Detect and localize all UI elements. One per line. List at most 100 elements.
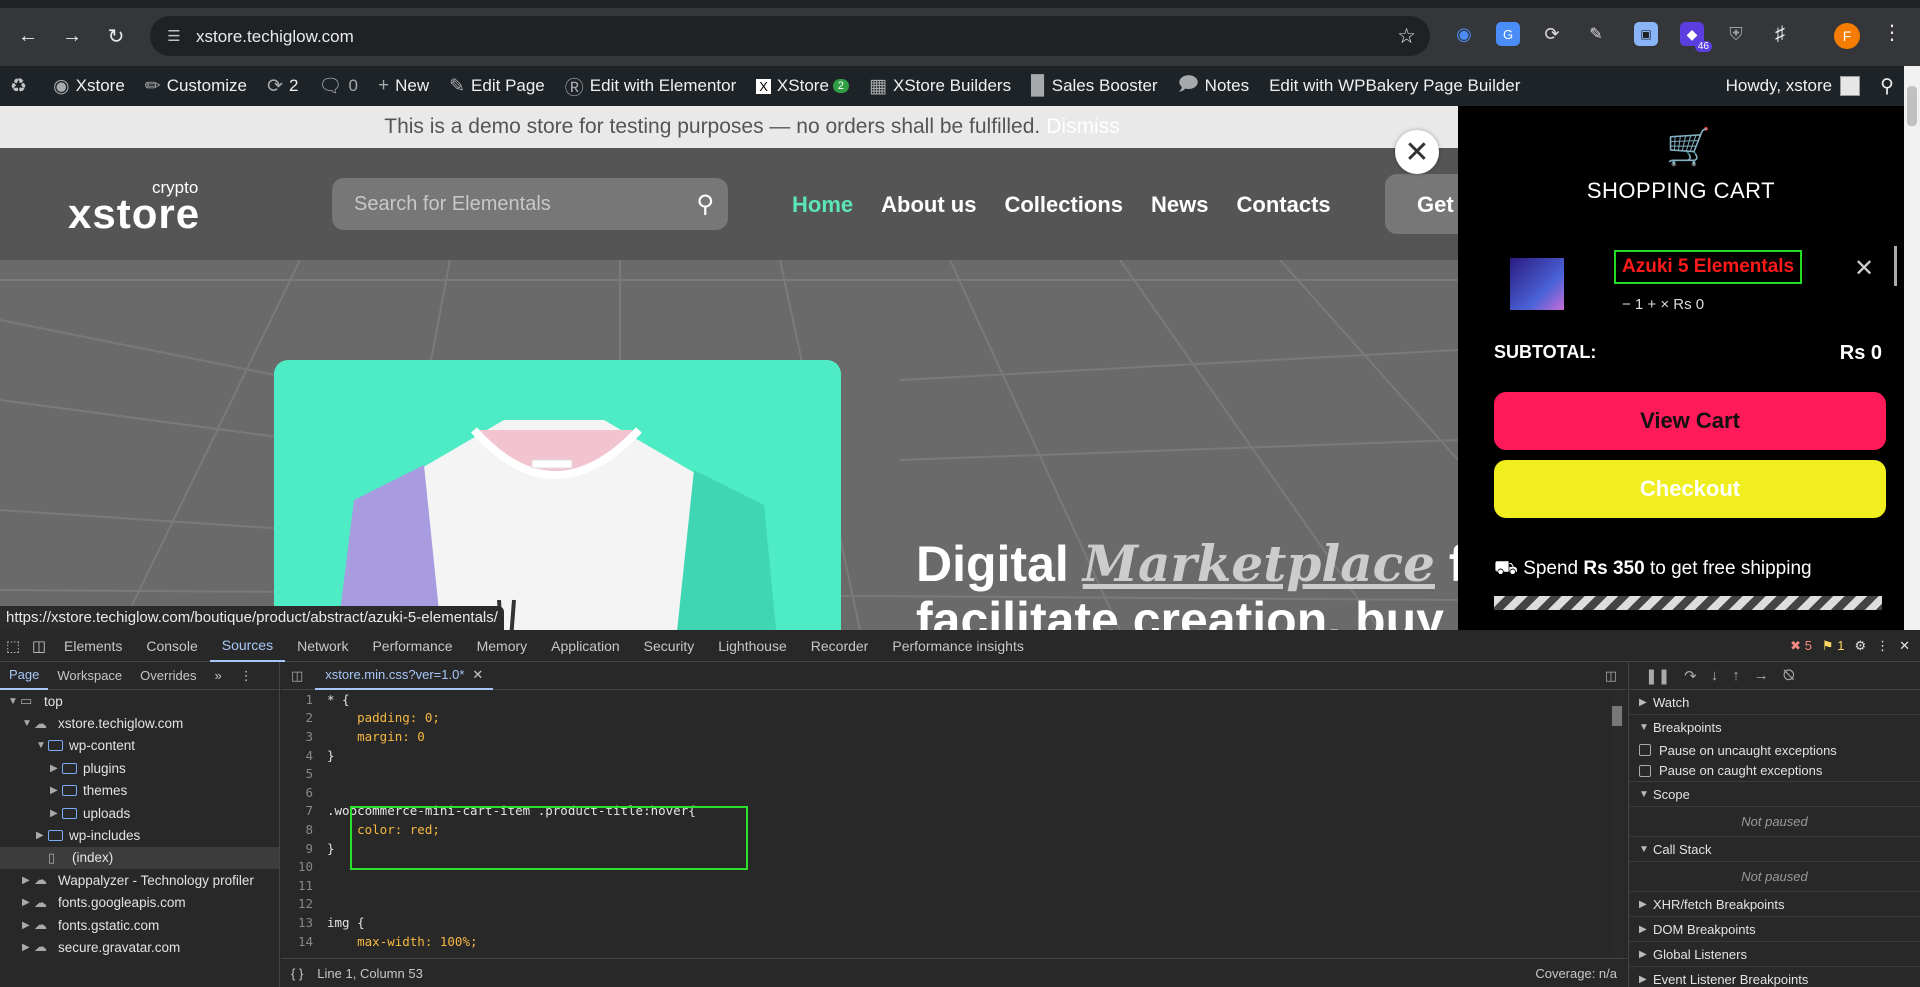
ab-updates[interactable]: ⟳ 2 <box>257 66 308 106</box>
section-dom[interactable]: ▶ DOM Breakpoints <box>1629 917 1920 942</box>
ab-site[interactable]: ◉ Xstore <box>43 66 135 106</box>
code-line[interactable]: 9} <box>281 839 1611 858</box>
site-info-icon[interactable]: ☰ <box>162 24 186 48</box>
step-into-icon[interactable]: ↓ <box>1711 667 1719 684</box>
section-xhr[interactable]: ▶ XHR/fetch Breakpoints <box>1629 892 1920 917</box>
wordpress-ext-icon[interactable]: ◉ <box>1452 22 1476 46</box>
editor-scroll-thumb[interactable] <box>1612 706 1622 726</box>
ab-elementor[interactable]: Ⓡ Edit with Elementor <box>555 66 746 106</box>
expanded-arrow-icon[interactable]: ▼ <box>22 718 34 729</box>
tree-item[interactable]: ▶ ☁ secure.gravatar.com <box>0 936 279 958</box>
code-line[interactable]: 6 <box>281 783 1611 802</box>
error-count[interactable]: ✖ 5 <box>1790 638 1812 654</box>
tree-item[interactable]: ▶ uploads <box>0 802 279 824</box>
toggle-navigator-icon[interactable]: ◫ <box>291 668 303 684</box>
step-out-icon[interactable]: ↑ <box>1732 667 1740 684</box>
ab-builders[interactable]: ▦ XStore Builders <box>859 66 1021 106</box>
ab-customize[interactable]: ✏ Customize <box>135 66 257 106</box>
tab-overrides[interactable]: Overrides <box>131 662 205 690</box>
code-line[interactable]: 4} <box>281 746 1611 765</box>
profile-avatar[interactable]: F <box>1834 23 1860 49</box>
tree-item[interactable]: ▶ wp-includes <box>0 824 279 846</box>
code-line[interactable]: 8 color: red; <box>281 820 1611 839</box>
ab-edit-page[interactable]: ✎ Edit Page <box>439 66 555 106</box>
devtools-tab-performance-insights[interactable]: Performance insights <box>880 630 1036 662</box>
devtools-tab-lighthouse[interactable]: Lighthouse <box>706 630 799 662</box>
nav-home[interactable]: Home <box>792 192 853 218</box>
deactivate-breakpoints-icon[interactable]: ⦰ <box>1783 667 1795 684</box>
line-number[interactable]: 7 <box>281 803 327 818</box>
devtools-tab-security[interactable]: Security <box>632 630 707 662</box>
code-line[interactable]: 10 <box>281 857 1611 876</box>
collapsed-arrow-icon[interactable]: ▶ <box>22 897 34 908</box>
product-title[interactable]: Azuki 5 Elementals <box>1614 250 1803 284</box>
url-text[interactable]: xstore.techiglow.com <box>196 27 354 47</box>
devtools-tab-performance[interactable]: Performance <box>360 630 464 662</box>
pause-uncaught-checkbox[interactable]: Pause on uncaught exceptions <box>1629 740 1920 760</box>
line-number[interactable]: 11 <box>281 878 327 893</box>
device-toolbar-icon[interactable]: ◫ <box>26 630 52 662</box>
wp-logo-icon[interactable]: ♻ <box>0 66 43 106</box>
tree-item[interactable]: ▼ wp-content <box>0 735 279 757</box>
tree-item[interactable]: ▶ ☁ fonts.gstatic.com <box>0 914 279 936</box>
forward-icon[interactable]: → <box>56 20 88 52</box>
page-scroll-thumb[interactable] <box>1907 86 1917 126</box>
devtools-tab-memory[interactable]: Memory <box>465 630 540 662</box>
collapsed-arrow-icon[interactable]: ▶ <box>50 785 62 796</box>
code-line[interactable]: 7 .woocommerce-mini-cart-item .product-ti… <box>281 802 1611 821</box>
nav-news[interactable]: News <box>1151 192 1208 218</box>
ab-booster[interactable]: ▉ Sales Booster <box>1021 66 1167 106</box>
tree-item[interactable]: ▼ ☁ xstore.techiglow.com <box>0 712 279 734</box>
site-search[interactable]: Search for Elementals ⚲ <box>332 178 728 230</box>
collapsed-arrow-icon[interactable]: ▶ <box>50 763 62 774</box>
close-devtools-icon[interactable]: ✕ <box>1899 638 1910 654</box>
ab-comments[interactable]: 🗨 0 <box>308 66 368 106</box>
devtools-menu-icon[interactable]: ⋮ <box>1876 638 1889 654</box>
expanded-arrow-icon[interactable]: ▼ <box>36 740 48 751</box>
close-cart-icon[interactable]: ✕ <box>1395 130 1439 174</box>
devtools-tab-sources[interactable]: Sources <box>209 630 286 662</box>
view-cart-button[interactable]: View Cart <box>1494 392 1886 450</box>
section-watch[interactable]: ▶ Watch <box>1629 690 1920 715</box>
line-number[interactable]: 1 <box>281 692 327 707</box>
reload-icon[interactable]: ↻ <box>100 20 132 52</box>
code-line[interactable]: 11 <box>281 876 1611 895</box>
line-number[interactable]: 9 <box>281 841 327 856</box>
search-input[interactable]: Search for Elementals <box>354 193 551 216</box>
section-breakpoints[interactable]: ▼ Breakpoints <box>1629 715 1920 740</box>
devtools-tab-application[interactable]: Application <box>539 630 632 662</box>
line-number[interactable]: 4 <box>281 748 327 763</box>
line-number[interactable]: 2 <box>281 710 327 725</box>
checkout-button[interactable]: Checkout <box>1494 460 1886 518</box>
dismiss-link[interactable]: Dismiss <box>1046 115 1120 139</box>
pause-caught-checkbox[interactable]: Pause on caught exceptions <box>1629 760 1920 782</box>
quantity-stepper[interactable]: − 1 + × Rs 0 <box>1622 296 1704 310</box>
devtools-tab-recorder[interactable]: Recorder <box>799 630 881 662</box>
nav-collections[interactable]: Collections <box>1004 192 1123 218</box>
nav-about[interactable]: About us <box>881 192 976 218</box>
step-icon[interactable]: → <box>1754 667 1769 684</box>
step-over-icon[interactable]: ↷ <box>1684 667 1697 685</box>
ab-new[interactable]: + New <box>368 66 439 106</box>
devtools-tab-network[interactable]: Network <box>285 630 360 662</box>
collapsed-arrow-icon[interactable]: ▶ <box>36 830 48 841</box>
line-number[interactable]: 5 <box>281 766 327 781</box>
collapsed-arrow-icon[interactable]: ▶ <box>22 920 34 931</box>
wappalyzer-ext-icon[interactable]: ◆ 46 <box>1680 22 1712 52</box>
toggle-debugger-icon[interactable]: ◫ <box>1605 668 1617 684</box>
nav-contacts[interactable]: Contacts <box>1237 192 1331 218</box>
code-line[interactable]: 14 max-width: 100%; <box>281 932 1611 951</box>
ab-account[interactable]: Howdy, xstore <box>1716 66 1870 106</box>
ab-xstore[interactable]: X XStore 2 <box>746 66 859 106</box>
address-bar[interactable]: ☰ xstore.techiglow.com ☆ <box>150 16 1430 56</box>
code-line[interactable]: 1 * { <box>281 690 1611 709</box>
line-number[interactable]: 12 <box>281 896 327 911</box>
section-global[interactable]: ▶ Global Listeners <box>1629 942 1920 967</box>
navigator-menu-icon[interactable]: ⋮ <box>231 662 262 690</box>
extensions-puzzle-icon[interactable]: ♯ <box>1768 22 1792 46</box>
section-event[interactable]: ▶ Event Listener Breakpoints <box>1629 967 1920 987</box>
tab-page[interactable]: Page <box>0 662 49 690</box>
expanded-arrow-icon[interactable]: ▼ <box>8 696 20 707</box>
code-line[interactable]: 2 padding: 0; <box>281 709 1611 728</box>
tree-item[interactable]: ▶ ☁ Wappalyzer - Technology profiler <box>0 869 279 891</box>
